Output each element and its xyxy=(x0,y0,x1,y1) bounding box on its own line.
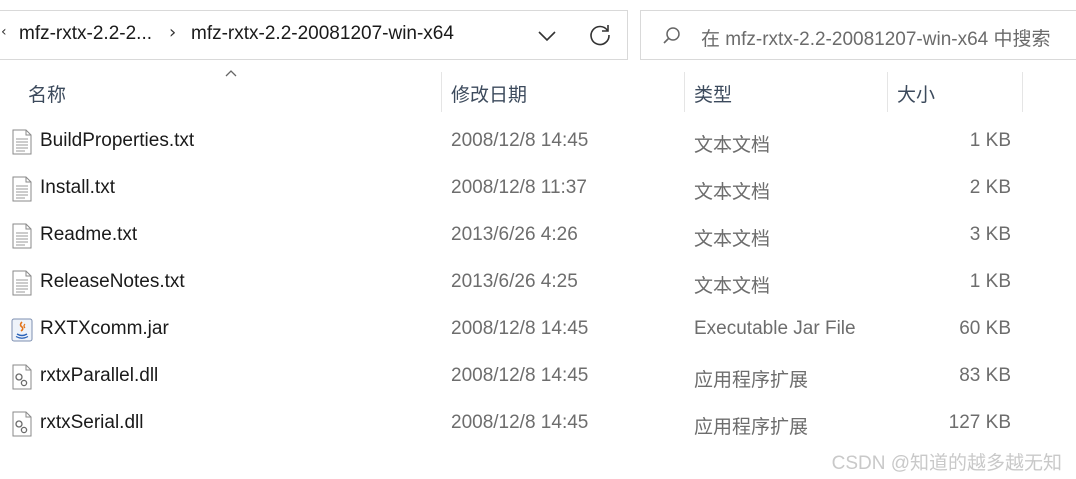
file-size: 3 KB xyxy=(969,224,1011,245)
text-file-icon xyxy=(12,270,32,296)
sort-up-icon xyxy=(225,70,237,77)
column-date[interactable]: 修改日期 xyxy=(451,80,527,107)
file-date: 2008/12/8 14:45 xyxy=(451,318,589,339)
file-size: 127 KB xyxy=(948,412,1011,433)
file-date: 2013/6/26 4:26 xyxy=(451,224,578,245)
column-divider[interactable] xyxy=(887,72,888,112)
file-name[interactable]: RXTXcomm.jar xyxy=(40,318,169,340)
file-type: Executable Jar File xyxy=(694,318,856,339)
column-size[interactable]: 大小 xyxy=(897,80,935,107)
file-date: 2008/12/8 14:45 xyxy=(451,365,589,386)
file-row[interactable]: Install.txt 2008/12/8 11:37 文本文档 2 KB xyxy=(0,165,1076,212)
file-name[interactable]: ReleaseNotes.txt xyxy=(40,271,185,293)
file-size: 60 KB xyxy=(959,318,1011,339)
file-list: BuildProperties.txt 2008/12/8 14:45 文本文档… xyxy=(0,118,1076,447)
file-type: 文本文档 xyxy=(694,135,771,156)
file-size: 1 KB xyxy=(969,130,1011,151)
file-name[interactable]: rxtxSerial.dll xyxy=(40,412,143,434)
java-jar-icon xyxy=(11,318,33,342)
file-type: 文本文档 xyxy=(694,229,771,250)
dll-file-icon xyxy=(12,411,32,437)
text-file-icon xyxy=(12,176,32,202)
chevron-right-icon[interactable]: › xyxy=(169,22,176,43)
column-header: 名称 修改日期 类型 大小 xyxy=(0,68,1076,114)
address-bar[interactable]: ‹ mfz-rxtx-2.2-2... › mfz-rxtx-2.2-20081… xyxy=(0,10,628,60)
file-row[interactable]: ReleaseNotes.txt 2013/6/26 4:25 文本文档 1 K… xyxy=(0,259,1076,306)
column-type[interactable]: 类型 xyxy=(694,80,732,107)
file-date: 2013/6/26 4:25 xyxy=(451,271,578,292)
file-name[interactable]: Readme.txt xyxy=(40,224,137,246)
file-size: 83 KB xyxy=(959,365,1011,386)
search-input[interactable]: 在 mfz-rxtx-2.2-20081207-win-x64 中搜索 xyxy=(701,24,1051,51)
file-row[interactable]: rxtxParallel.dll 2008/12/8 14:45 应用程序扩展 … xyxy=(0,353,1076,400)
column-divider[interactable] xyxy=(1022,72,1023,112)
chevron-down-icon[interactable] xyxy=(535,27,559,45)
file-name[interactable]: Install.txt xyxy=(40,177,115,199)
file-row[interactable]: RXTXcomm.jar 2008/12/8 14:45 Executable … xyxy=(0,306,1076,353)
text-file-icon xyxy=(12,129,32,155)
file-row[interactable]: Readme.txt 2013/6/26 4:26 文本文档 3 KB xyxy=(0,212,1076,259)
breadcrumb-current[interactable]: mfz-rxtx-2.2-20081207-win-x64 xyxy=(191,23,454,45)
file-type: 应用程序扩展 xyxy=(694,417,809,438)
column-divider[interactable] xyxy=(441,72,442,112)
file-size: 1 KB xyxy=(969,271,1011,292)
file-row[interactable]: rxtxSerial.dll 2008/12/8 14:45 应用程序扩展 12… xyxy=(0,400,1076,447)
file-type: 应用程序扩展 xyxy=(694,370,809,391)
file-date: 2008/12/8 14:45 xyxy=(451,130,589,151)
column-name[interactable]: 名称 xyxy=(28,80,66,107)
file-date: 2008/12/8 11:37 xyxy=(451,177,587,198)
file-type: 文本文档 xyxy=(694,182,771,203)
toolbar: ‹ mfz-rxtx-2.2-2... › mfz-rxtx-2.2-20081… xyxy=(0,0,1076,68)
search-box[interactable]: 在 mfz-rxtx-2.2-20081207-win-x64 中搜索 xyxy=(640,10,1076,60)
column-divider[interactable] xyxy=(684,72,685,112)
watermark: CSDN @知道的越多越无知 xyxy=(831,453,1062,474)
file-size: 2 KB xyxy=(969,177,1011,198)
text-file-icon xyxy=(12,223,32,249)
file-row[interactable]: BuildProperties.txt 2008/12/8 14:45 文本文档… xyxy=(0,118,1076,165)
breadcrumb-parent[interactable]: mfz-rxtx-2.2-2... xyxy=(19,23,152,45)
file-name[interactable]: rxtxParallel.dll xyxy=(40,365,158,387)
file-type: 文本文档 xyxy=(694,276,771,297)
search-icon xyxy=(663,27,680,44)
refresh-icon[interactable] xyxy=(587,22,613,48)
dll-file-icon xyxy=(12,364,32,390)
file-name[interactable]: BuildProperties.txt xyxy=(40,130,194,152)
file-date: 2008/12/8 14:45 xyxy=(451,412,589,433)
chevron-left-icon[interactable]: ‹ xyxy=(1,24,7,40)
